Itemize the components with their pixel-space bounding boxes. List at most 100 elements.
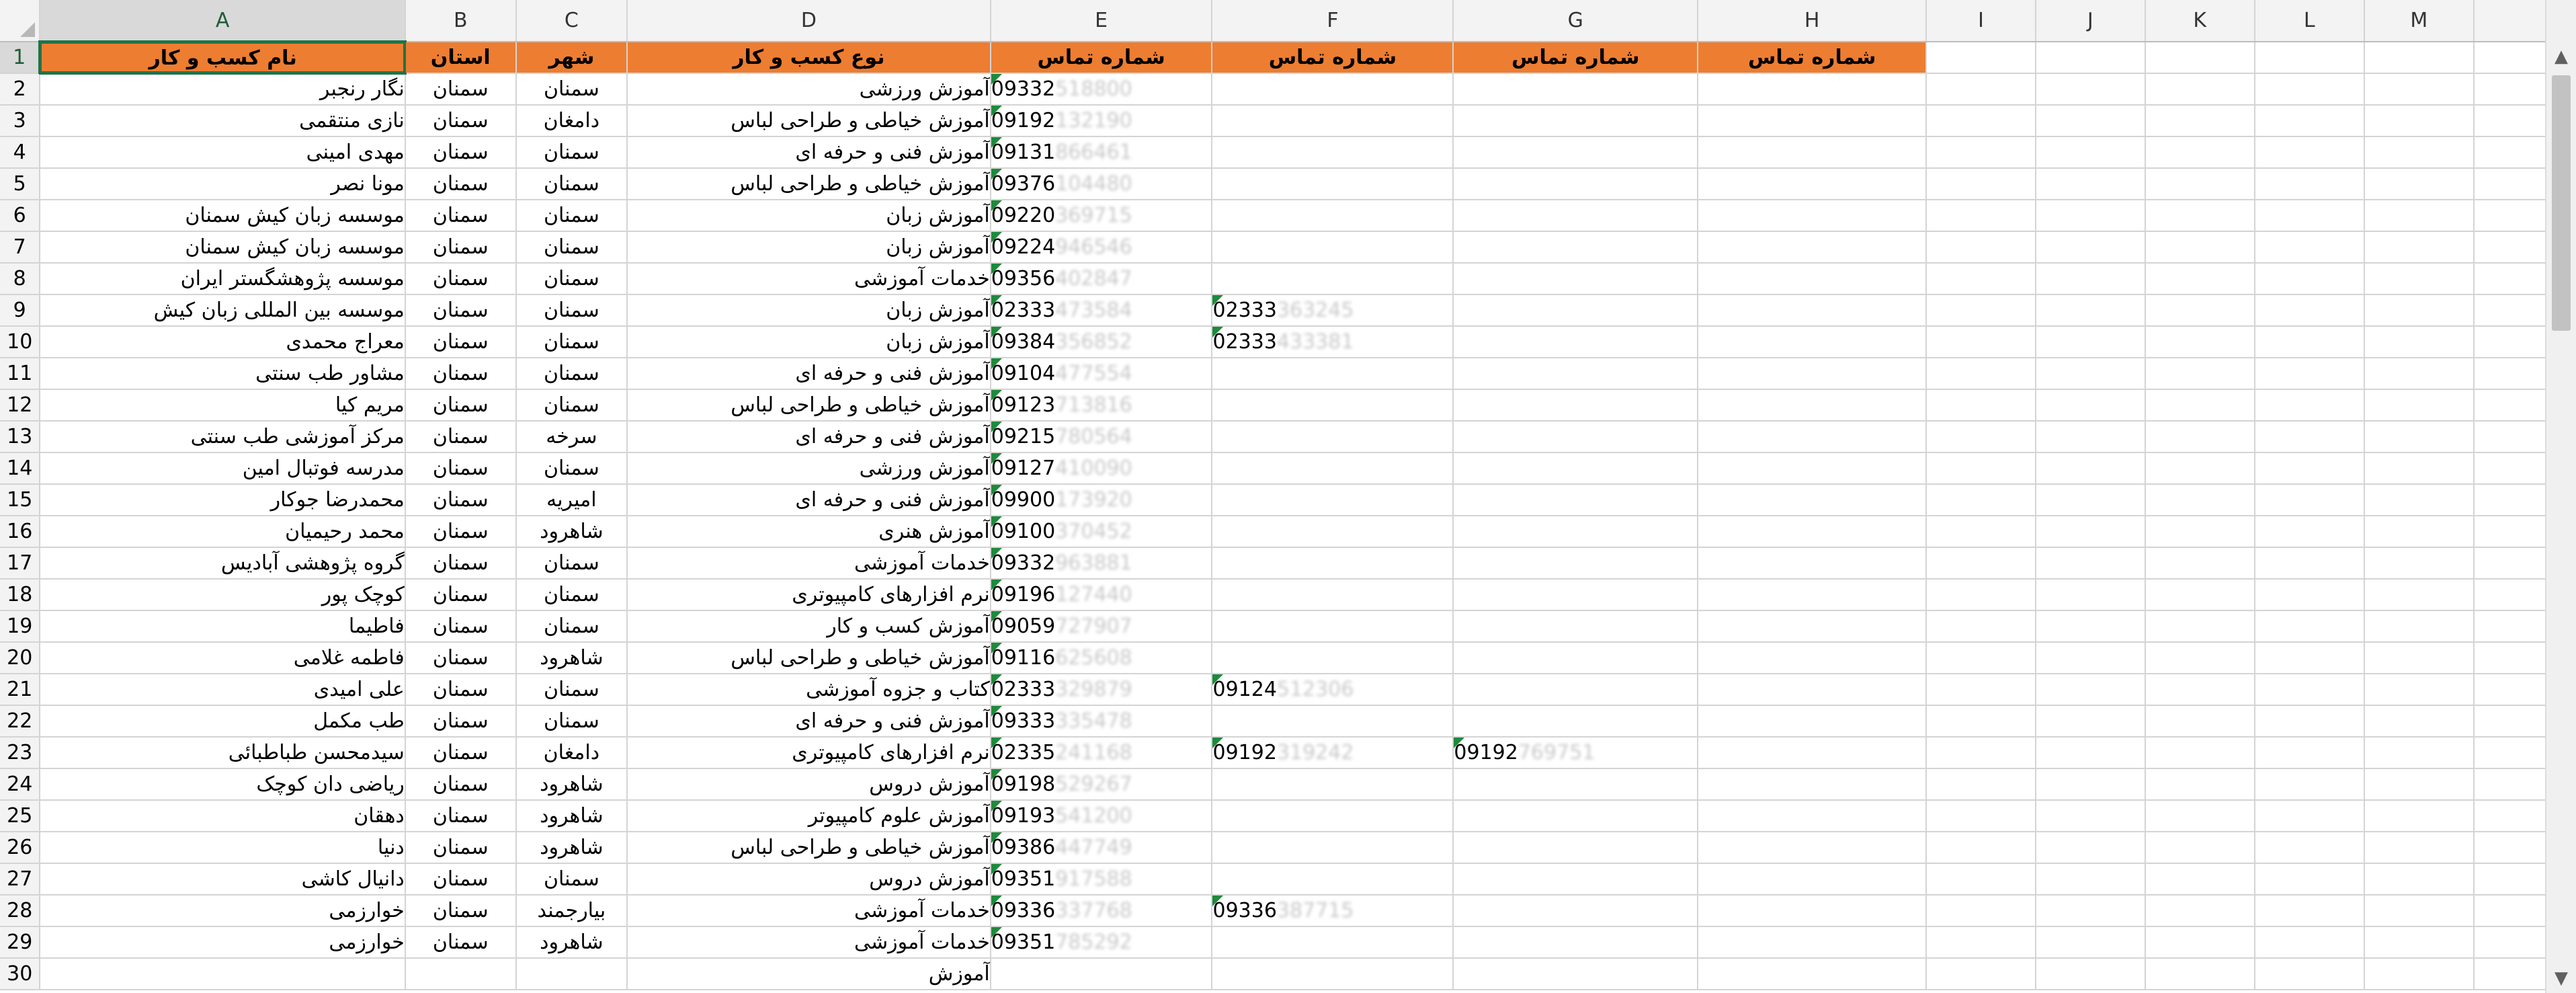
business-type-cell[interactable]: آموزش علوم کامپیوتر: [627, 800, 991, 832]
empty-cell[interactable]: [2254, 73, 2365, 106]
business-name-cell[interactable]: مهدی امینی: [40, 136, 406, 169]
business-type-cell[interactable]: آموزش زبان: [627, 200, 991, 232]
empty-cell[interactable]: [1926, 610, 2036, 643]
phone-cell-h[interactable]: [1698, 73, 1927, 106]
row-header[interactable]: 5: [0, 168, 41, 200]
empty-cell[interactable]: [2254, 958, 2365, 990]
province-cell[interactable]: سمنان: [405, 294, 517, 327]
phone-cell-h[interactable]: [1698, 168, 1927, 200]
business-type-cell[interactable]: نرم افزارهای کامپیوتری: [627, 737, 991, 769]
phone-cell-f[interactable]: [1212, 863, 1454, 896]
business-type-cell[interactable]: آموزش زبان: [627, 231, 991, 264]
spreadsheet[interactable]: ABCDEFGHIJKLM 1 نام کسب و کار استان شهر نوع …: [0, 0, 2576, 993]
business-name-cell[interactable]: [40, 958, 406, 990]
business-name-cell[interactable]: مدرسه فوتبال امین: [40, 452, 406, 485]
business-name-cell[interactable]: محمدرضا جوکار: [40, 484, 406, 516]
empty-cell[interactable]: [1926, 136, 2036, 169]
column-header-l[interactable]: L: [2254, 0, 2365, 42]
phone-cell-h[interactable]: [1698, 421, 1927, 453]
column-header-b[interactable]: B: [405, 0, 517, 42]
empty-cell[interactable]: [1926, 389, 2036, 422]
province-cell[interactable]: سمنان: [405, 642, 517, 674]
empty-cell[interactable]: [2035, 926, 2146, 959]
province-cell[interactable]: سمنان: [405, 863, 517, 896]
phone-cell-g[interactable]: [1453, 452, 1699, 485]
province-cell[interactable]: سمنان: [405, 737, 517, 769]
empty-cell[interactable]: [2254, 294, 2365, 327]
empty-cell[interactable]: [2254, 674, 2365, 706]
empty-cell[interactable]: [2145, 958, 2255, 990]
business-type-cell[interactable]: آموزش دروس: [627, 863, 991, 896]
empty-cell[interactable]: [2254, 326, 2365, 358]
phone-cell-g[interactable]: [1453, 484, 1699, 516]
phone-cell-h[interactable]: [1698, 610, 1927, 643]
empty-cell[interactable]: [2035, 200, 2146, 232]
business-type-cell[interactable]: آموزش هنری: [627, 516, 991, 548]
province-cell[interactable]: [405, 958, 517, 990]
phone-cell-e[interactable]: 09220369715: [990, 200, 1213, 232]
phone-cell-e[interactable]: 02335241168: [990, 737, 1213, 769]
city-cell[interactable]: سمنان: [515, 231, 628, 264]
business-name-cell[interactable]: علی امیدی: [40, 674, 406, 706]
empty-cell[interactable]: [2364, 800, 2475, 832]
empty-cell[interactable]: [1926, 168, 2036, 200]
empty-cell[interactable]: [2035, 389, 2146, 422]
row-header[interactable]: 4: [0, 136, 41, 169]
empty-cell[interactable]: [1926, 547, 2036, 580]
empty-cell[interactable]: [2364, 136, 2475, 169]
phone-cell-e[interactable]: 02333329879: [990, 674, 1213, 706]
phone-cell-g[interactable]: [1453, 547, 1699, 580]
business-type-cell[interactable]: خدمات آموزشی: [627, 895, 991, 927]
phone-cell-f[interactable]: [1212, 263, 1454, 295]
province-cell[interactable]: سمنان: [405, 579, 517, 611]
empty-cell[interactable]: [2254, 610, 2365, 643]
row-header[interactable]: 10: [0, 326, 41, 358]
phone-cell-h[interactable]: [1698, 926, 1927, 959]
empty-cell[interactable]: [2145, 136, 2255, 169]
empty-cell[interactable]: [2035, 421, 2146, 453]
phone-cell-e[interactable]: 09198529267: [990, 768, 1213, 801]
row-header[interactable]: 22: [0, 705, 41, 738]
empty-cell[interactable]: [2145, 800, 2255, 832]
empty-cell[interactable]: [2254, 895, 2365, 927]
empty-cell[interactable]: [2364, 484, 2475, 516]
phone-cell-h[interactable]: [1698, 768, 1927, 801]
row-header[interactable]: 26: [0, 832, 41, 864]
phone-cell-f[interactable]: [1212, 168, 1454, 200]
empty-cell[interactable]: [2035, 705, 2146, 738]
province-cell[interactable]: سمنان: [405, 421, 517, 453]
empty-cell[interactable]: [2145, 452, 2255, 485]
row-header[interactable]: 29: [0, 926, 41, 959]
empty-cell[interactable]: [2035, 832, 2146, 864]
business-name-cell[interactable]: دنیا: [40, 832, 406, 864]
city-cell[interactable]: سمنان: [515, 200, 628, 232]
business-name-cell[interactable]: محمد رحیمیان: [40, 516, 406, 548]
empty-cell[interactable]: [2035, 800, 2146, 832]
city-cell[interactable]: سرخه: [515, 421, 628, 453]
row-header[interactable]: 8: [0, 263, 41, 295]
phone-cell-h[interactable]: [1698, 674, 1927, 706]
phone-cell-g[interactable]: [1453, 263, 1699, 295]
business-type-cell[interactable]: آموزش فنی و حرفه ای: [627, 484, 991, 516]
empty-cell[interactable]: [2035, 168, 2146, 200]
empty-cell[interactable]: [2254, 800, 2365, 832]
empty-cell[interactable]: [2145, 926, 2255, 959]
city-cell[interactable]: سمنان: [515, 263, 628, 295]
phone-cell-f[interactable]: [1212, 484, 1454, 516]
business-type-cell[interactable]: آموزش خیاطی و طراحی لباس: [627, 642, 991, 674]
empty-cell[interactable]: [2145, 42, 2255, 74]
phone-cell-g[interactable]: [1453, 768, 1699, 801]
phone-cell-h[interactable]: [1698, 105, 1927, 137]
province-cell[interactable]: سمنان: [405, 484, 517, 516]
empty-cell[interactable]: [1926, 642, 2036, 674]
empty-cell[interactable]: [1926, 421, 2036, 453]
empty-cell[interactable]: [2254, 200, 2365, 232]
phone-cell-h[interactable]: [1698, 895, 1927, 927]
business-name-cell[interactable]: معراج محمدی: [40, 326, 406, 358]
business-type-cell[interactable]: آموزش خیاطی و طراحی لباس: [627, 168, 991, 200]
phone-cell-f[interactable]: [1212, 231, 1454, 264]
empty-cell[interactable]: [1926, 674, 2036, 706]
phone-cell-e[interactable]: 09123713816: [990, 389, 1213, 422]
phone-cell-g[interactable]: [1453, 895, 1699, 927]
phone-cell-f[interactable]: [1212, 642, 1454, 674]
